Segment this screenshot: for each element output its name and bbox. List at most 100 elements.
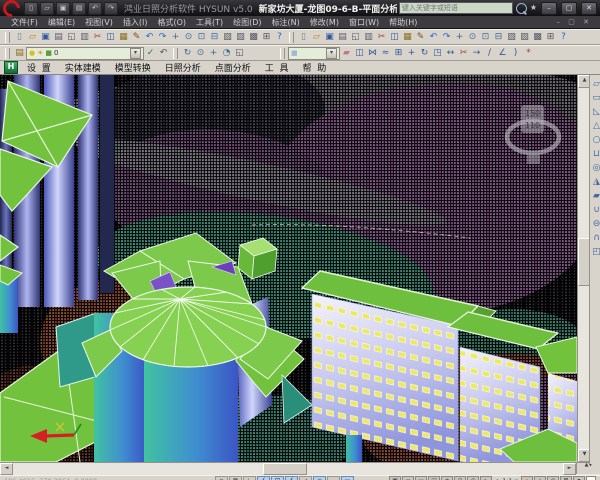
extrude-icon[interactable]: ◰: [590, 245, 600, 259]
zoom-tray-icon[interactable]: ⊙: [454, 476, 466, 480]
copy-icon[interactable]: ◫: [388, 31, 401, 44]
scroll-right-icon[interactable]: ►: [563, 463, 576, 475]
planar-surface-icon[interactable]: ▰: [590, 189, 600, 203]
mirror-icon[interactable]: ⋈: [366, 47, 379, 60]
redo-icon[interactable]: ↷: [156, 31, 169, 44]
infocenter-search-input[interactable]: [399, 2, 513, 14]
offset-icon[interactable]: ≈: [379, 47, 392, 60]
cone-icon[interactable]: △: [590, 119, 600, 133]
model-space-button[interactable]: ▣: [389, 476, 401, 480]
hy-menu-solid-modeling[interactable]: 实体建模: [58, 61, 108, 74]
qa-plot-icon[interactable]: ▤: [72, 2, 86, 15]
toolbar-lock-icon[interactable]: ⊠: [560, 476, 572, 480]
dyn-toggle[interactable]: ≡: [313, 476, 326, 480]
wedge-icon[interactable]: ◺: [590, 105, 600, 119]
steering-wheel-icon[interactable]: ◎: [467, 476, 479, 480]
help-icon[interactable]: ?: [273, 31, 286, 44]
plot-preview-icon[interactable]: ◱: [349, 31, 362, 44]
qa-undo-icon[interactable]: ↶: [88, 2, 102, 15]
toolbar-grip[interactable]: [173, 48, 178, 59]
properties-icon[interactable]: ▧: [221, 31, 234, 44]
hy-menu-model-convert[interactable]: 模型转换: [108, 61, 158, 74]
break-icon[interactable]: /: [483, 47, 496, 60]
annotation-scale[interactable]: ▲ 1:1 ▾: [493, 477, 520, 480]
layer-combo[interactable]: ●☀■ 0 ▾: [26, 47, 144, 60]
color-combo-dropdown-icon[interactable]: ▾: [326, 48, 337, 59]
rotate-icon[interactable]: ↻: [418, 47, 431, 60]
polysolid-icon[interactable]: ▱: [590, 77, 600, 91]
pan-icon[interactable]: +: [169, 31, 182, 44]
fillet-icon[interactable]: ): [509, 47, 522, 60]
copy-icon[interactable]: ◫: [104, 31, 117, 44]
erase-icon[interactable]: ▰: [340, 47, 353, 60]
otrack-toggle[interactable]: ∡: [285, 476, 298, 480]
cut-icon[interactable]: ✂: [375, 31, 388, 44]
redo-icon[interactable]: ↷: [440, 31, 453, 44]
layer-combo-dropdown-icon[interactable]: ▾: [130, 48, 141, 59]
explode-icon[interactable]: *: [522, 47, 535, 60]
tool-palettes-icon[interactable]: ▩: [531, 31, 544, 44]
hy-menu-tools[interactable]: 工 具: [258, 61, 296, 74]
menu-item[interactable]: 插入(I): [118, 17, 153, 28]
drawing-canvas[interactable]: 150 110: [0, 75, 577, 462]
status-menu-icon[interactable]: ▾: [573, 476, 585, 480]
zoom-window-icon[interactable]: ⊡: [479, 31, 492, 44]
extend-icon[interactable]: →: [470, 47, 483, 60]
menu-item[interactable]: 文件(F): [6, 17, 43, 28]
scale-icon[interactable]: ◳: [431, 47, 444, 60]
match-properties-icon[interactable]: ✎: [130, 31, 143, 44]
layer-previous-icon[interactable]: ↶: [157, 47, 170, 60]
autoscale-icon[interactable]: ▲: [534, 476, 546, 480]
zoom-previous-icon[interactable]: ⊟: [208, 31, 221, 44]
menu-item[interactable]: 编辑(E): [43, 17, 80, 28]
polar-toggle[interactable]: ∠: [257, 476, 270, 480]
minimize-button[interactable]: –: [541, 2, 557, 15]
save-icon[interactable]: ▣: [39, 31, 52, 44]
save-icon[interactable]: ▣: [323, 31, 336, 44]
hysun-logo-icon[interactable]: H: [4, 61, 18, 74]
chamfer-icon[interactable]: ∠: [496, 47, 509, 60]
horizontal-scroll-track[interactable]: [13, 463, 563, 475]
help-icon[interactable]: ?: [557, 31, 570, 44]
trim-icon[interactable]: ✂: [457, 47, 470, 60]
plot-preview-icon[interactable]: ◱: [65, 31, 78, 44]
vertical-scrollbar[interactable]: ▲ ▼: [577, 75, 589, 462]
menu-item[interactable]: 帮助(H): [384, 17, 422, 28]
menu-item[interactable]: 修改(M): [305, 17, 344, 28]
qa-save-icon[interactable]: ▣: [56, 2, 70, 15]
scroll-left-icon[interactable]: ◄: [0, 463, 13, 475]
cylinder-icon[interactable]: ⊔: [590, 147, 600, 161]
qa-new-icon[interactable]: ▯: [24, 2, 38, 15]
showmotion-icon[interactable]: ▸: [480, 476, 492, 480]
named-views-icon[interactable]: ◱: [233, 47, 246, 60]
undo-icon[interactable]: ↶: [143, 31, 156, 44]
open-icon[interactable]: ▱: [310, 31, 323, 44]
color-combo[interactable]: ■ ▾: [288, 47, 340, 60]
pan-tray-icon[interactable]: +: [441, 476, 453, 480]
properties-icon[interactable]: ▧: [505, 31, 518, 44]
publish-icon[interactable]: ▥: [78, 31, 91, 44]
hy-menu-settings[interactable]: 设 置: [20, 61, 58, 74]
quick-view-layouts-button[interactable]: ▭: [415, 476, 427, 480]
plot-icon[interactable]: ▤: [52, 31, 65, 44]
union-icon[interactable]: ∪: [590, 203, 600, 217]
hy-menu-sunshine-analysis[interactable]: 日照分析: [158, 61, 208, 74]
orbit-icon[interactable]: ◔: [220, 47, 233, 60]
quickcalc-icon[interactable]: ⊞: [260, 31, 273, 44]
annotation-visibility-icon[interactable]: ▲: [521, 476, 533, 480]
qa-open-icon[interactable]: ▱: [40, 2, 54, 15]
zoom-previous-icon[interactable]: ⊟: [492, 31, 505, 44]
pyramid-icon[interactable]: ◮: [590, 175, 600, 189]
layer-properties-icon[interactable]: ▤: [13, 47, 26, 60]
toolbar-grip[interactable]: [5, 32, 10, 43]
favorites-star-icon[interactable]: ★: [530, 2, 537, 14]
make-current-icon[interactable]: ✓: [144, 47, 157, 60]
toolbar-grip[interactable]: [280, 48, 285, 59]
designcenter-icon[interactable]: ▨: [518, 31, 531, 44]
toolbar-grip[interactable]: [289, 32, 294, 43]
designcenter-icon[interactable]: ▨: [234, 31, 247, 44]
stretch-icon[interactable]: ↔: [444, 47, 457, 60]
quick-view-drawings-button[interactable]: ◫: [428, 476, 440, 480]
menu-item[interactable]: 绘图(D): [228, 17, 266, 28]
pan-icon[interactable]: +: [453, 31, 466, 44]
